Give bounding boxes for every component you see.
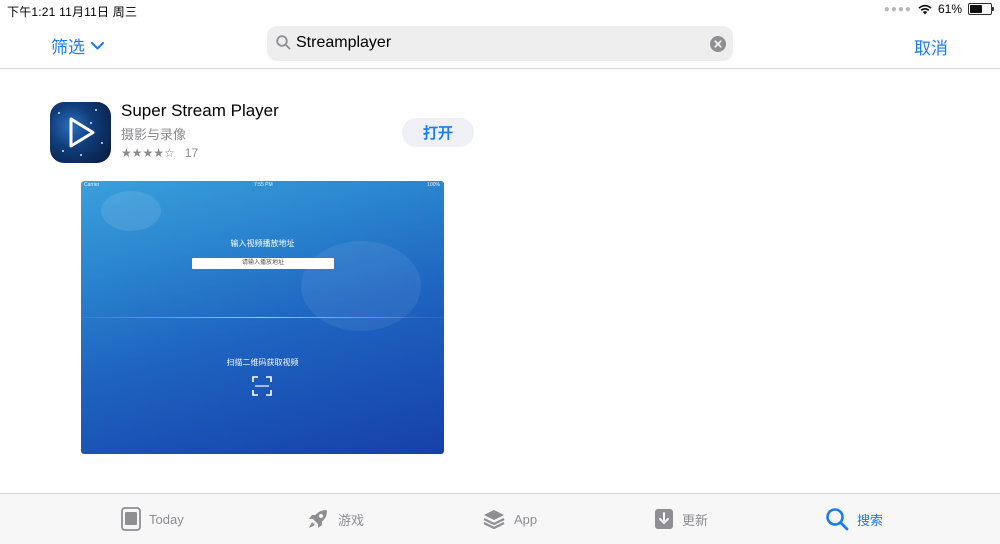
filter-label: 筛选 [51, 38, 85, 57]
today-icon [121, 507, 141, 531]
tab-apps-label: App [514, 511, 538, 527]
battery-icon [968, 3, 994, 15]
app-name[interactable]: Super Stream Player [121, 101, 279, 121]
cancel-button[interactable]: 取消 [914, 34, 948, 59]
search-icon [826, 508, 849, 531]
tab-today-label: Today [149, 511, 184, 527]
wifi-icon [918, 4, 932, 14]
preview-url-input: 请输入播放地址 [192, 258, 334, 269]
tab-search[interactable]: 搜索 [825, 494, 883, 544]
tab-apps[interactable]: App [482, 494, 537, 544]
tab-updates[interactable]: 更新 [654, 494, 708, 544]
status-indicators: ●●●● 61% [883, 2, 994, 16]
preview-time: 7:55 PM [254, 182, 273, 188]
status-time-date: 下午1:21 11月11日 周三 [7, 5, 138, 19]
tab-today[interactable]: Today [121, 494, 184, 544]
app-icon[interactable] [50, 102, 111, 163]
layers-icon [483, 510, 505, 530]
tab-bar: Today 游戏 App 更新 搜索 [0, 493, 1000, 544]
preview-carrier: Carrier [84, 182, 100, 188]
download-icon [655, 509, 673, 529]
scan-frame-icon [252, 376, 272, 396]
preview-scan-label: 扫描二维码获取视频 [226, 358, 299, 367]
search-field[interactable] [267, 26, 733, 61]
rating-count: 17 [184, 146, 199, 160]
battery-percent: 61% [937, 2, 962, 16]
tab-games[interactable]: 游戏 [306, 494, 364, 544]
play-icon [69, 117, 95, 148]
open-app-button[interactable]: 打开 [402, 118, 474, 147]
rocket-icon [309, 510, 327, 528]
cellular-dots-icon: ●●●● [883, 3, 912, 15]
preview-battery: 100% [427, 182, 440, 188]
app-rating: ★★★★☆ 17 [121, 146, 198, 160]
app-category: 摄影与录像 [121, 127, 187, 142]
preview-status-bar: Carrier 7:55 PM 100% [81, 181, 444, 189]
search-nav-bar: 筛选 取消 [0, 20, 1000, 69]
search-icon [276, 35, 291, 50]
tab-updates-label: 更新 [682, 512, 709, 528]
tab-search-label: 搜索 [857, 512, 884, 528]
chevron-down-icon [91, 41, 104, 49]
clear-search-icon[interactable] [710, 36, 726, 52]
preview-title: 输入视频播放地址 [230, 239, 295, 248]
preview-divider [81, 317, 444, 318]
search-input[interactable] [296, 30, 696, 56]
filter-button[interactable]: 筛选 [51, 33, 104, 58]
tab-games-label: 游戏 [338, 512, 365, 528]
status-bar: 下午1:21 11月11日 周三 ●●●● 61% [0, 0, 1000, 20]
app-screenshot-preview[interactable]: Carrier 7:55 PM 100% 输入视频播放地址 请输入播放地址 扫描… [81, 181, 444, 454]
rating-stars: ★★★★☆ [121, 146, 175, 160]
